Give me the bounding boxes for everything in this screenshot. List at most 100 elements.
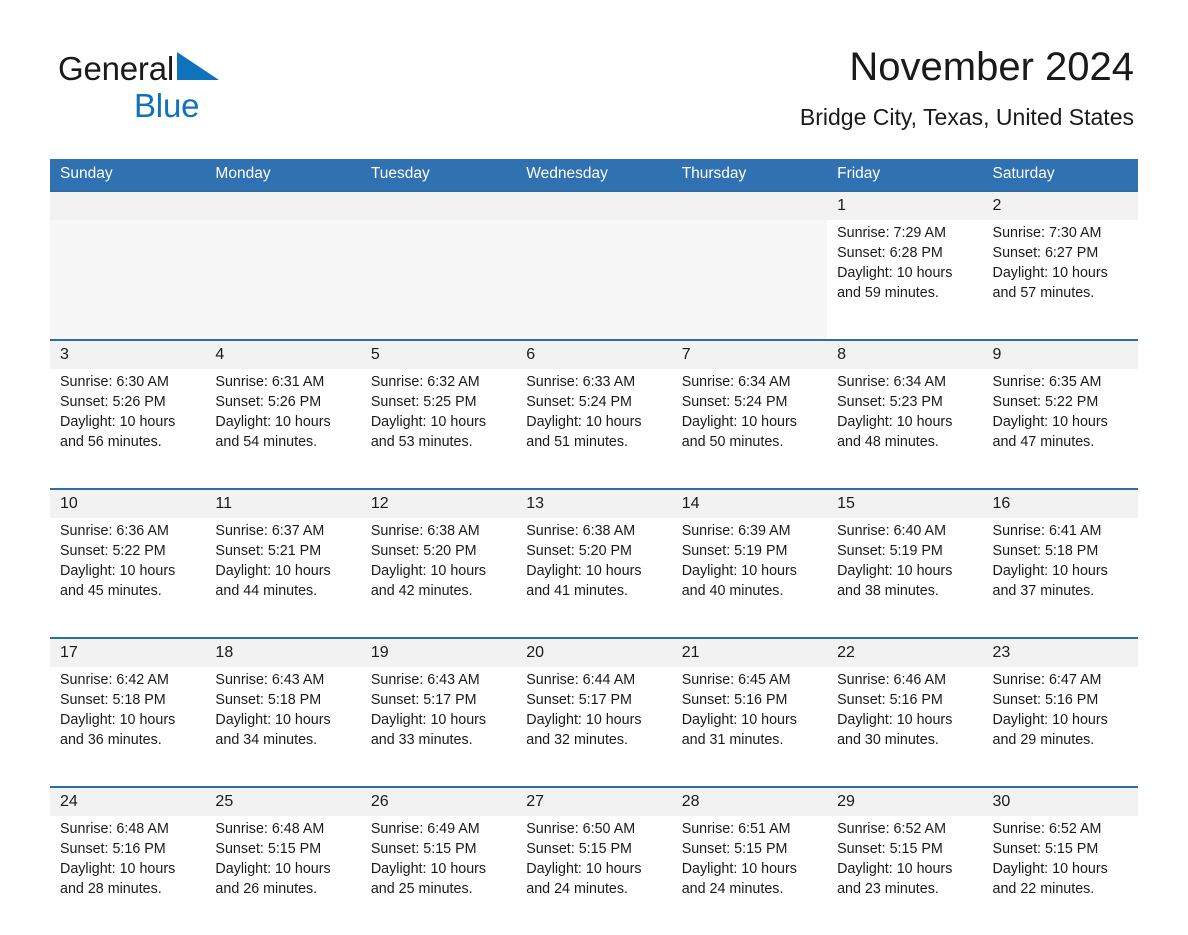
- day-daylight2-text: and 56 minutes.: [60, 434, 162, 450]
- day-cell[interactable]: Sunrise: 6:43 AM Sunset: 5:17 PM Daylight:…: [360, 667, 517, 787]
- day-cell[interactable]: Sunrise: 6:48 AM Sunset: 5:15 PM Daylight:…: [205, 816, 361, 935]
- day-daylight2-text: and 29 minutes.: [992, 732, 1095, 748]
- day-cell[interactable]: Sunrise: 6:41 AM Sunset: 5:18 PM Daylight:…: [982, 518, 1138, 638]
- day-number[interactable]: 5: [360, 339, 517, 369]
- day-cell[interactable]: Sunrise: 6:52 AM Sunset: 5:15 PM Daylight:…: [827, 816, 983, 935]
- day-cell[interactable]: Sunrise: 6:39 AM Sunset: 5:19 PM Daylight:…: [671, 518, 828, 638]
- day-daylight2-text: and 50 minutes.: [681, 434, 784, 450]
- day-daylight1-text: Daylight: 10 hours: [681, 563, 797, 579]
- day-number[interactable]: 4: [205, 339, 361, 369]
- day-daylight1-text: Daylight: 10 hours: [526, 861, 642, 877]
- day-number[interactable]: 15: [827, 488, 983, 518]
- day-number[interactable]: 28: [671, 786, 828, 816]
- day-cell[interactable]: Sunrise: 6:48 AM Sunset: 5:16 PM Daylight:…: [50, 816, 206, 935]
- page-header: General Blue November 2024 Bridge City, …: [0, 0, 1188, 130]
- day-cell[interactable]: Sunrise: 6:40 AM Sunset: 5:19 PM Daylight:…: [827, 518, 983, 638]
- day-daylight1-text: Daylight: 10 hours: [837, 265, 953, 281]
- day-number[interactable]: 13: [516, 488, 672, 518]
- day-number[interactable]: 10: [50, 488, 206, 518]
- day-daylight1-text: Daylight: 10 hours: [992, 414, 1108, 430]
- day-cell[interactable]: Sunrise: 6:34 AM Sunset: 5:24 PM Daylight:…: [671, 369, 828, 489]
- day-cell[interactable]: Sunrise: 6:38 AM Sunset: 5:20 PM Daylight:…: [360, 518, 517, 638]
- day-sunset-text: Sunset: 5:22 PM: [992, 394, 1099, 410]
- day-daylight1-text: Daylight: 10 hours: [992, 265, 1108, 281]
- day-number[interactable]: 27: [516, 786, 672, 816]
- day-number[interactable]: 8: [827, 339, 983, 369]
- day-sunrise-text: Sunrise: 6:48 AM: [60, 821, 169, 837]
- day-cell[interactable]: Sunrise: 6:35 AM Sunset: 5:22 PM Daylight:…: [982, 369, 1138, 489]
- day-sunrise-text: Sunrise: 6:35 AM: [992, 374, 1102, 390]
- day-cell[interactable]: Sunrise: 6:49 AM Sunset: 5:15 PM Daylight:…: [360, 816, 517, 935]
- day-cell[interactable]: Sunrise: 6:37 AM Sunset: 5:21 PM Daylight:…: [205, 518, 361, 638]
- day-sunset-text: Sunset: 5:15 PM: [370, 841, 477, 857]
- day-cell[interactable]: Sunrise: 6:43 AM Sunset: 5:18 PM Daylight:…: [205, 667, 361, 787]
- day-sunrise-text: Sunrise: 6:31 AM: [215, 374, 325, 390]
- brand-name-blue: Blue: [134, 87, 200, 124]
- day-number[interactable]: 3: [50, 339, 206, 369]
- day-cell[interactable]: Sunrise: 6:50 AM Sunset: 5:15 PM Daylight:…: [516, 816, 672, 935]
- day-cell[interactable]: Sunrise: 6:46 AM Sunset: 5:16 PM Daylight:…: [827, 667, 983, 787]
- day-number[interactable]: 20: [516, 637, 672, 667]
- day-sunrise-text: Sunrise: 6:38 AM: [370, 523, 480, 539]
- day-cell[interactable]: Sunrise: 6:38 AM Sunset: 5:20 PM Daylight:…: [516, 518, 672, 638]
- day-number[interactable]: 1: [827, 190, 983, 220]
- calendar-body: 1 2 Sunrise: 7:29 AM Sunset: 6:28 PM Dayligh…: [50, 190, 1138, 935]
- week-details-row: Sunrise: 6:42 AM Sunset: 5:18 PM Daylight:…: [50, 667, 1138, 787]
- day-cell[interactable]: Sunrise: 6:32 AM Sunset: 5:25 PM Daylight:…: [360, 369, 517, 489]
- day-daylight1-text: Daylight: 10 hours: [60, 563, 176, 579]
- week-details-row: Sunrise: 6:30 AM Sunset: 5:26 PM Daylight:…: [50, 369, 1138, 489]
- day-number[interactable]: 30: [982, 786, 1138, 816]
- day-daylight1-text: Daylight: 10 hours: [992, 861, 1108, 877]
- day-cell[interactable]: Sunrise: 6:42 AM Sunset: 5:18 PM Daylight:…: [50, 667, 206, 787]
- day-number: [671, 190, 828, 220]
- day-daylight1-text: Daylight: 10 hours: [215, 414, 331, 430]
- day-number[interactable]: 21: [671, 637, 828, 667]
- day-sunrise-text: Sunrise: 6:41 AM: [992, 523, 1102, 539]
- day-number[interactable]: 22: [827, 637, 983, 667]
- day-number[interactable]: 23: [982, 637, 1138, 667]
- day-cell[interactable]: Sunrise: 7:29 AM Sunset: 6:28 PM Daylight:…: [827, 220, 983, 340]
- day-number[interactable]: 7: [671, 339, 828, 369]
- day-daylight1-text: Daylight: 10 hours: [215, 563, 331, 579]
- day-daylight1-text: Daylight: 10 hours: [60, 414, 176, 430]
- day-number[interactable]: 12: [360, 488, 517, 518]
- day-number[interactable]: 24: [50, 786, 206, 816]
- day-cell[interactable]: Sunrise: 6:47 AM Sunset: 5:16 PM Daylight:…: [982, 667, 1138, 787]
- day-daylight2-text: and 47 minutes.: [992, 434, 1095, 450]
- brand-logo[interactable]: General Blue: [58, 50, 221, 122]
- day-cell[interactable]: Sunrise: 6:33 AM Sunset: 5:24 PM Daylight:…: [516, 369, 672, 489]
- day-cell[interactable]: Sunrise: 6:45 AM Sunset: 5:16 PM Daylight:…: [671, 667, 828, 787]
- day-cell[interactable]: Sunrise: 7:30 AM Sunset: 6:27 PM Daylight:…: [982, 220, 1138, 340]
- day-cell[interactable]: Sunrise: 6:36 AM Sunset: 5:22 PM Daylight:…: [50, 518, 206, 638]
- day-daylight1-text: Daylight: 10 hours: [837, 712, 953, 728]
- day-cell[interactable]: Sunrise: 6:31 AM Sunset: 5:26 PM Daylight:…: [205, 369, 361, 489]
- day-sunset-text: Sunset: 5:17 PM: [370, 692, 477, 708]
- day-sunset-text: Sunset: 5:16 PM: [681, 692, 788, 708]
- day-sunset-text: Sunset: 5:23 PM: [837, 394, 943, 410]
- day-daylight2-text: and 54 minutes.: [215, 434, 318, 450]
- day-sunset-text: Sunset: 5:18 PM: [215, 692, 322, 708]
- day-number[interactable]: 26: [360, 786, 517, 816]
- weekday-header-monday: Monday: [205, 159, 361, 191]
- day-number[interactable]: 9: [982, 339, 1138, 369]
- day-number[interactable]: 18: [205, 637, 361, 667]
- day-cell[interactable]: Sunrise: 6:30 AM Sunset: 5:26 PM Daylight:…: [50, 369, 206, 489]
- week-details-row: Sunrise: 6:36 AM Sunset: 5:22 PM Daylight:…: [50, 518, 1138, 638]
- day-daylight2-text: and 40 minutes.: [681, 583, 784, 599]
- day-cell[interactable]: Sunrise: 6:51 AM Sunset: 5:15 PM Daylight:…: [671, 816, 828, 935]
- day-number[interactable]: 25: [205, 786, 361, 816]
- day-number[interactable]: 14: [671, 488, 828, 518]
- day-cell[interactable]: Sunrise: 6:52 AM Sunset: 5:15 PM Daylight:…: [982, 816, 1138, 935]
- day-number[interactable]: 19: [360, 637, 517, 667]
- week-details-row: Sunrise: 7:29 AM Sunset: 6:28 PM Daylight:…: [50, 220, 1138, 340]
- day-number[interactable]: 17: [50, 637, 206, 667]
- day-cell[interactable]: Sunrise: 6:34 AM Sunset: 5:23 PM Daylight:…: [827, 369, 983, 489]
- day-number[interactable]: 11: [205, 488, 361, 518]
- weekday-header-thursday: Thursday: [671, 159, 828, 191]
- day-cell[interactable]: Sunrise: 6:44 AM Sunset: 5:17 PM Daylight:…: [516, 667, 672, 787]
- day-number[interactable]: 16: [982, 488, 1138, 518]
- day-sunrise-text: Sunrise: 6:46 AM: [837, 672, 946, 688]
- day-number[interactable]: 6: [516, 339, 672, 369]
- day-number[interactable]: 29: [827, 786, 983, 816]
- day-number[interactable]: 2: [982, 190, 1138, 220]
